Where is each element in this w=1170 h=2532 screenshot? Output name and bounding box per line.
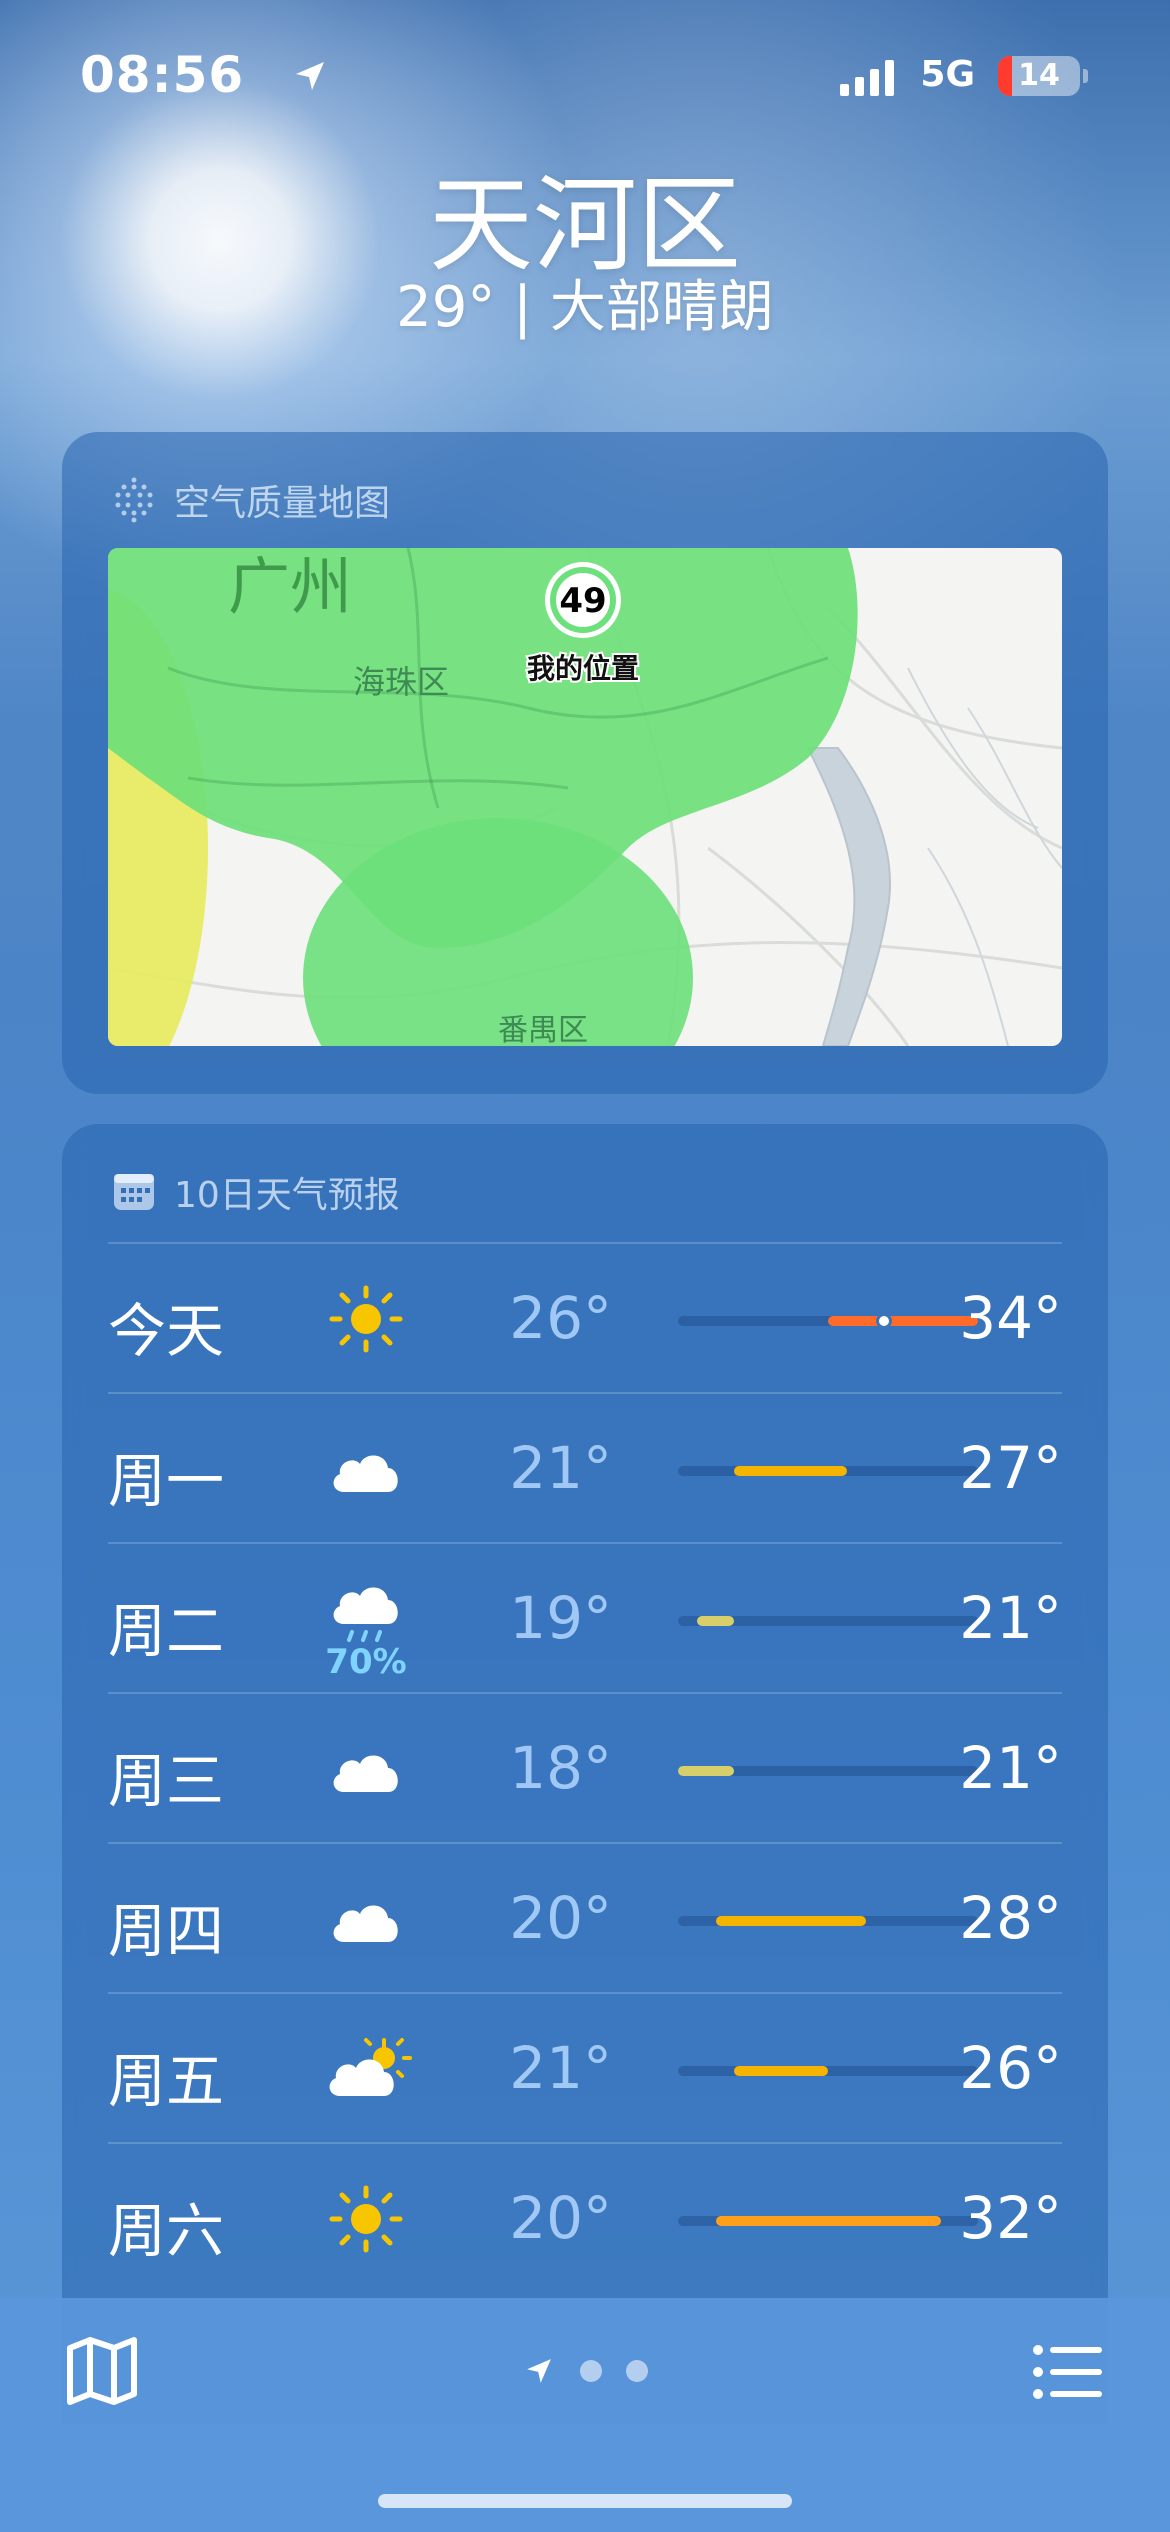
page-dot <box>626 2360 648 2382</box>
forecast-header: 10日天气预报 <box>112 1166 400 1218</box>
forecast-day: 周五 <box>108 2047 225 2115</box>
forecast-high: 27° <box>959 1434 1062 1502</box>
battery-level: 14 <box>1018 58 1060 93</box>
forecast-low: 19° <box>509 1584 612 1652</box>
location-list-icon[interactable] <box>1032 2342 1104 2402</box>
status-bar: 08:56 5G 14 <box>80 46 1090 106</box>
forecast-low: 18° <box>509 1734 612 1802</box>
forecast-day: 今天 <box>108 1297 225 1365</box>
location-arrow-icon <box>296 62 324 90</box>
temp-range-bar <box>715 2216 941 2226</box>
calendar-icon <box>114 1174 154 1210</box>
home-indicator <box>378 2494 792 2508</box>
forecast-low: 20° <box>509 2184 612 2252</box>
network-type: 5G <box>920 54 975 95</box>
temp-range-track <box>678 2216 978 2226</box>
forecast-high: 21° <box>959 1734 1062 1802</box>
temp-range-track <box>678 1616 978 1626</box>
forecast-day: 周一 <box>108 1447 225 1515</box>
forecast-low: 26° <box>509 1284 612 1352</box>
forecast-row[interactable]: 周一 21° 27° <box>108 1392 1062 1542</box>
temp-range-bar <box>678 1766 735 1776</box>
forecast-row[interactable]: 周六 20° 32° <box>108 2142 1062 2292</box>
page-dot <box>580 2360 602 2382</box>
current-temp-dot <box>876 1313 893 1329</box>
sun-icon <box>326 2184 406 2254</box>
battery-indicator: 14 <box>998 56 1088 96</box>
temp-range-track <box>678 1466 978 1476</box>
forecast-high: 21° <box>959 1584 1062 1652</box>
temp-range-track <box>678 2066 978 2076</box>
temp-range-bar <box>715 1916 866 1926</box>
forecast-low: 21° <box>509 1434 612 1502</box>
temp-range-bar <box>696 1616 735 1626</box>
cloud-icon <box>326 1734 406 1804</box>
forecast-day: 周三 <box>108 1747 225 1815</box>
precip-chance: 70% <box>325 1642 407 1682</box>
battery-nub <box>1083 69 1088 83</box>
forecast-day: 周六 <box>108 2197 225 2265</box>
temp-range-track <box>678 1313 978 1329</box>
aqi-value: 49 <box>559 581 606 621</box>
map-label-city: 广州 <box>228 550 352 623</box>
temp-range-bar <box>734 1466 847 1476</box>
partly-sunny-icon <box>326 2034 412 2104</box>
forecast-row[interactable]: 周五 21° 26° <box>108 1992 1062 2142</box>
forecast-title: 10日天气预报 <box>174 1175 400 1216</box>
air-quality-map-card[interactable]: 空气质量地图 广州 海珠区 番禺区 49 我的位置 <box>62 432 1108 1094</box>
cellular-signal-icon <box>840 60 894 96</box>
map-label-district-2: 番禺区 <box>498 1013 588 1046</box>
temp-range-bar <box>828 1316 978 1326</box>
forecast-high: 28° <box>959 1884 1062 1952</box>
forecast-high: 26° <box>959 2034 1062 2102</box>
current-condition: 29° | 大部晴朗 <box>396 275 774 340</box>
sun-icon <box>326 1284 406 1354</box>
forecast-high: 34° <box>959 1284 1062 1352</box>
my-location-label: 我的位置 <box>527 652 639 685</box>
forecast-row[interactable]: 今天 26° 34° <box>108 1242 1062 1392</box>
cloud-icon <box>326 1434 406 1504</box>
forecast-day: 周四 <box>108 1897 225 1965</box>
current-location-page-icon <box>527 2359 551 2383</box>
forecast-low: 21° <box>509 2034 612 2102</box>
forecast-row[interactable]: 周四 20° 28° <box>108 1842 1062 1992</box>
map-label-district-1: 海珠区 <box>353 663 449 701</box>
temp-range-track <box>678 1916 978 1926</box>
air-quality-map[interactable]: 广州 海珠区 番禺区 49 我的位置 <box>108 548 1062 1046</box>
status-time: 08:56 <box>80 46 245 104</box>
map-canvas: 广州 海珠区 番禺区 49 我的位置 <box>108 548 1062 1046</box>
forecast-day: 周二 <box>108 1597 225 1665</box>
forecast-row[interactable]: 周二 70% 19° 21° <box>108 1542 1062 1692</box>
forecast-low: 20° <box>509 1884 612 1952</box>
air-quality-icon <box>115 477 153 523</box>
temp-range-bar <box>734 2066 828 2076</box>
forecast-high: 32° <box>959 2184 1062 2252</box>
temp-range-track <box>678 1766 978 1776</box>
forecast-row[interactable]: 周三 18° 21° <box>108 1692 1062 1842</box>
page-indicator[interactable] <box>0 2354 1170 2388</box>
air-quality-title: 空气质量地图 <box>174 483 391 524</box>
air-quality-header: 空气质量地图 <box>112 474 390 526</box>
cloud-icon <box>326 1884 406 1954</box>
bottom-toolbar <box>0 2298 1170 2532</box>
ten-day-forecast-card[interactable]: 10日天气预报 今天 26° 34° 周一 21° 27° 周二 70% 19°… <box>62 1124 1108 2424</box>
